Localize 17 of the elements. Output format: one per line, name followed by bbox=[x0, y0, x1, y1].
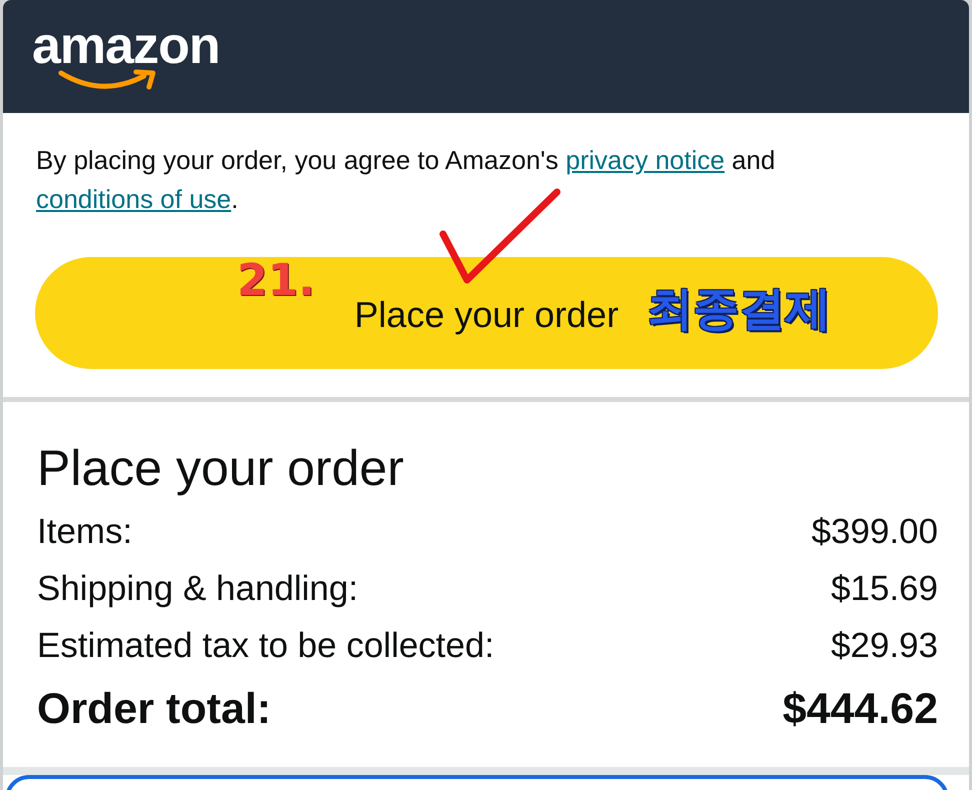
line-item-amount: $399.00 bbox=[811, 512, 938, 552]
text-link[interactable]: privacy notice bbox=[566, 145, 725, 175]
summary-title: Place your order bbox=[37, 440, 405, 496]
step-number: 21. bbox=[237, 259, 315, 303]
annotation-caption: 최종결제 bbox=[647, 280, 831, 337]
smile-arrow-icon bbox=[58, 68, 158, 92]
agreement-text: By placing your order, you agree to Amazon's privacy notice and conditions of use. bbox=[35, 144, 776, 216]
checkmark-icon bbox=[439, 188, 561, 286]
logo-text: amazon bbox=[32, 20, 220, 72]
total-amount: $444.62 bbox=[782, 684, 938, 734]
line-item-amount: $15.69 bbox=[830, 568, 938, 608]
line-item-amount: $29.93 bbox=[830, 626, 938, 666]
text-link[interactable]: conditions of use bbox=[36, 184, 232, 214]
line-item-label: Shipping & handling: bbox=[37, 568, 358, 608]
line-item-label: Estimated tax to be collected: bbox=[37, 626, 494, 666]
line-item-label: Items: bbox=[37, 512, 132, 552]
total-label: Order total: bbox=[37, 684, 272, 734]
